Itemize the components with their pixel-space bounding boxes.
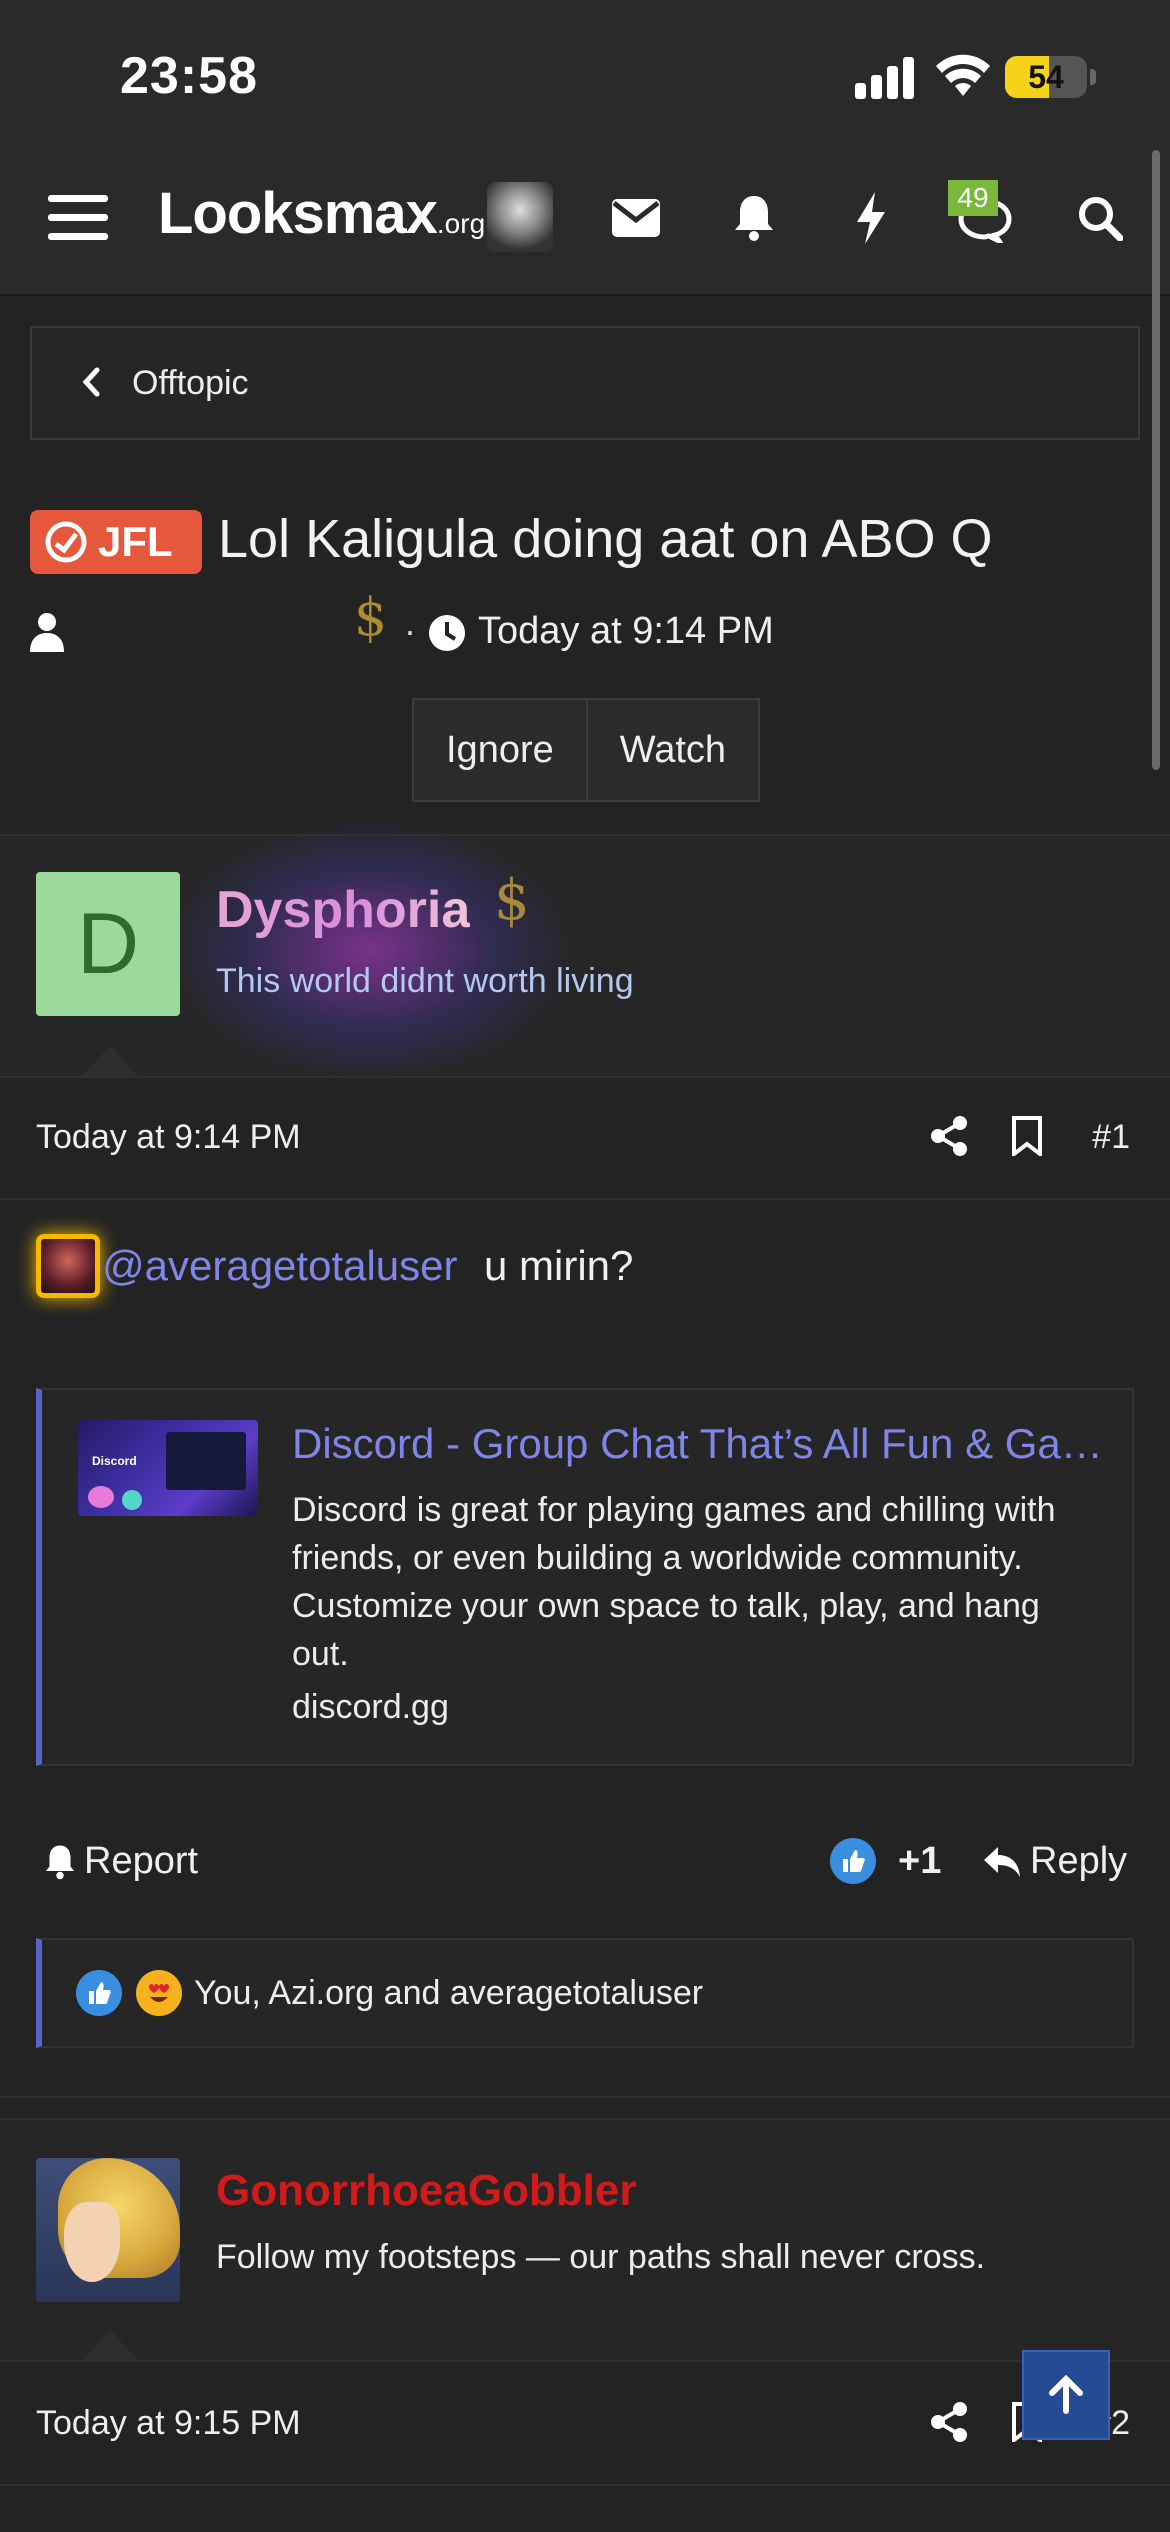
bell-icon[interactable] xyxy=(726,140,782,296)
wifi-icon xyxy=(936,54,990,96)
divider xyxy=(0,2360,1170,2362)
embed-thumb-label: Discord xyxy=(92,1454,137,1468)
post-1-user-title: This world didnt worth living xyxy=(216,962,634,1000)
divider xyxy=(0,1076,1170,1078)
embed-title-link[interactable]: Discord - Group Chat That’s All Fun & Ga… xyxy=(292,1420,1112,1468)
mail-icon[interactable] xyxy=(608,140,664,296)
post-1-date[interactable]: Today at 9:14 PM xyxy=(36,1118,301,1157)
thread-time: Today at 9:14 PM xyxy=(478,610,774,652)
meta-separator: · xyxy=(404,610,416,651)
ignore-button[interactable]: Ignore xyxy=(414,700,586,800)
post-1-number[interactable]: #1 xyxy=(1092,1118,1130,1157)
status-bar: 23:58 54 xyxy=(0,0,1170,140)
embed-thumb-shape xyxy=(122,1490,142,1510)
top-navbar: Looksmax.org 49 xyxy=(0,140,1170,296)
user-icon xyxy=(30,613,64,652)
reply-button[interactable]: Reply xyxy=(982,1840,1127,1883)
battery-nub xyxy=(1090,69,1096,85)
post-2-date[interactable]: Today at 9:15 PM xyxy=(36,2404,301,2443)
embed-domain: discord.gg xyxy=(292,1688,449,1726)
user-mention-link[interactable]: @averagetotaluser xyxy=(102,1242,458,1290)
report-label: Report xyxy=(84,1840,199,1882)
username-glow xyxy=(170,820,570,1080)
embed-thumbnail: Discord xyxy=(78,1420,258,1516)
thread-prefix-label: JFL xyxy=(98,518,173,565)
scroll-to-top-button[interactable] xyxy=(1022,2350,1110,2440)
embed-thumb-panel xyxy=(166,1432,246,1490)
chevron-left-icon xyxy=(82,367,100,397)
post-1-avatar[interactable]: D xyxy=(36,872,180,1016)
reactions-list: You, Azi.org and averagetotaluser xyxy=(194,1974,704,2012)
thread-prefix-badge[interactable]: JFL xyxy=(30,510,202,574)
user-block-notch xyxy=(82,2330,138,2360)
link-embed-card[interactable]: Discord Discord - Group Chat That’s All … xyxy=(36,1388,1134,1766)
post-1-username[interactable]: Dysphoria xyxy=(216,880,470,940)
divider xyxy=(0,2096,1170,2098)
reactions-bar[interactable]: You, Azi.org and averagetotaluser xyxy=(36,1938,1134,2048)
share-icon[interactable] xyxy=(930,2402,968,2442)
bell-icon xyxy=(45,1845,75,1879)
embed-description: Discord is great for playing games and c… xyxy=(292,1491,1056,1673)
battery-level: 54 xyxy=(1028,59,1064,95)
report-button[interactable]: Report xyxy=(44,1840,198,1883)
search-icon[interactable] xyxy=(1072,140,1128,296)
breadcrumb-label: Offtopic xyxy=(132,364,249,402)
divider xyxy=(0,2484,1170,2486)
cellular-signal-icon xyxy=(855,55,915,99)
mention-avatar xyxy=(36,1234,100,1298)
heart-eyes-emoji-icon xyxy=(136,1970,182,2016)
logo-main: Looksmax xyxy=(158,181,438,246)
divider xyxy=(0,1198,1170,1200)
site-logo[interactable]: Looksmax.org xyxy=(158,180,485,247)
watch-button[interactable]: Watch xyxy=(585,700,758,800)
logo-suffix: .org xyxy=(436,208,486,239)
like-count: +1 xyxy=(898,1839,942,1882)
breadcrumb[interactable]: Offtopic xyxy=(30,326,1140,440)
account-avatar[interactable] xyxy=(487,182,553,252)
bolt-icon[interactable] xyxy=(846,140,896,296)
conversations-badge: 49 xyxy=(948,180,998,216)
post-2-username[interactable]: GonorrhoeaGobbler xyxy=(216,2166,636,2216)
post-1-text: u mirin? xyxy=(484,1242,634,1289)
thumbs-up-icon xyxy=(76,1970,122,2016)
battery-indicator: 54 xyxy=(1005,56,1087,98)
reply-label: Reply xyxy=(1030,1840,1128,1882)
post-2-avatar[interactable] xyxy=(36,2158,180,2302)
page-scrollbar[interactable] xyxy=(1152,150,1160,770)
embed-thumb-shape xyxy=(88,1486,114,1508)
share-icon[interactable] xyxy=(930,1116,968,1156)
post-2-user-title: Follow my footsteps — our paths shall ne… xyxy=(216,2238,986,2276)
thumbs-up-icon xyxy=(830,1838,876,1884)
dollar-badge-icon: $ xyxy=(494,868,530,933)
like-count-button[interactable]: +1 xyxy=(830,1838,941,1884)
clock-icon xyxy=(429,615,465,651)
dollar-badge-icon: $ xyxy=(354,588,388,648)
jfl-icon xyxy=(45,521,87,563)
avatar-face xyxy=(64,2202,120,2282)
chat-icon[interactable] xyxy=(950,140,1020,296)
arrow-up-icon xyxy=(1049,2375,1083,2414)
bookmark-icon[interactable] xyxy=(1010,1116,1044,1156)
reply-icon xyxy=(984,1846,1020,1877)
user-block-notch xyxy=(82,1046,138,1076)
menu-icon[interactable] xyxy=(44,140,112,296)
status-time: 23:58 xyxy=(120,47,258,105)
thread-action-buttons: Ignore Watch xyxy=(412,698,761,802)
thread-title: Lol Kaligula doing aat on ABO Q xyxy=(218,509,993,569)
